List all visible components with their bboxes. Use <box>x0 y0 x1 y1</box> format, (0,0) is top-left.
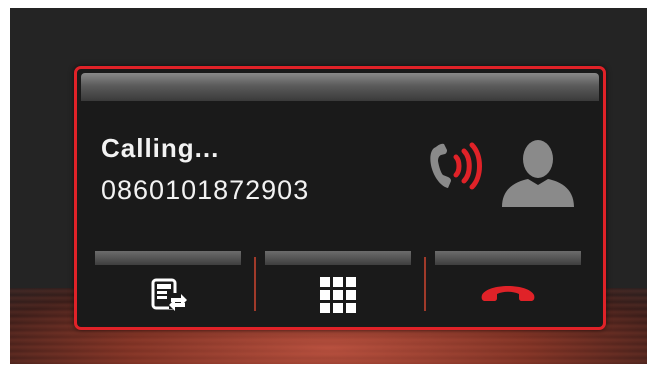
call-screen: Calling... 0860101872903 <box>10 8 647 364</box>
phone-number: 0860101872903 <box>101 175 310 205</box>
contact-avatar-icon <box>502 140 574 207</box>
call-dialog: Calling... 0860101872903 <box>74 66 606 330</box>
hang-up-button[interactable] <box>435 251 581 309</box>
dialog-titlebar <box>81 73 599 101</box>
button-separator <box>254 257 256 311</box>
button-bar <box>435 251 581 265</box>
call-transfer-icon <box>151 278 187 311</box>
call-status-text: Calling... <box>101 133 220 163</box>
button-bar <box>95 251 241 265</box>
button-separator <box>424 257 426 311</box>
dialpad-icon <box>320 277 356 313</box>
dialpad-button[interactable] <box>265 251 411 313</box>
button-bar <box>265 251 411 265</box>
screen-edge <box>0 296 10 369</box>
phone-ringing-icon <box>430 142 482 190</box>
transfer-button[interactable] <box>95 251 241 311</box>
hang-up-icon <box>481 286 535 301</box>
